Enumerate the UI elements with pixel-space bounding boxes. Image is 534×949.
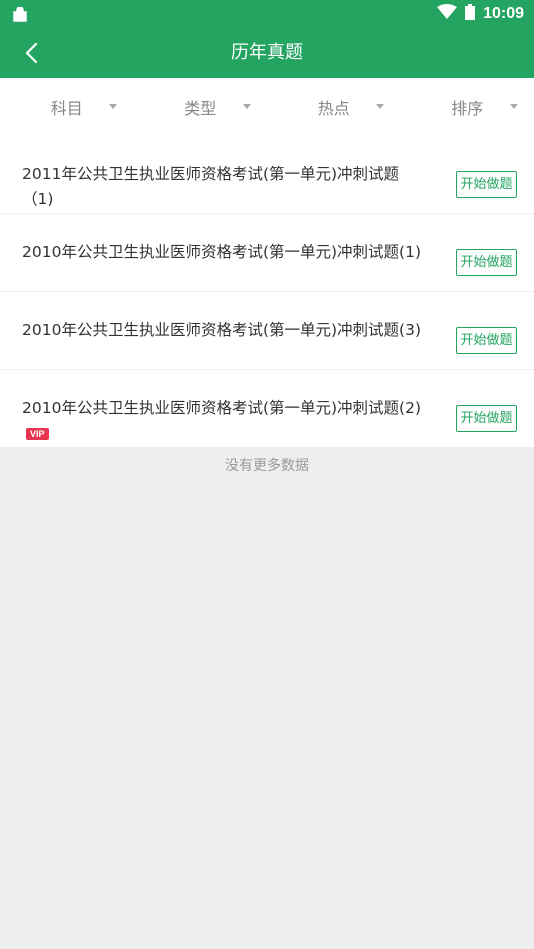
item-title: 2010年公共卫生执业医师资格考试(第一单元)冲刺试题(2)VIP (22, 399, 421, 440)
filter-label: 热点 (317, 99, 350, 118)
filter-label: 类型 (184, 99, 217, 118)
start-practice-button[interactable]: 开始做题 (456, 405, 517, 432)
caret-down-icon (376, 104, 384, 109)
no-more-data-text: 没有更多数据 (225, 458, 309, 474)
back-arrow-icon[interactable] (18, 40, 44, 66)
list-item[interactable]: 2010年公共卫生执业医师资格考试(第一单元)冲刺试题(2)VIP 开始做题 (0, 370, 534, 447)
start-practice-button[interactable]: 开始做题 (456, 171, 517, 198)
caret-down-icon (109, 104, 117, 109)
filter-sort[interactable]: 排序 (401, 78, 534, 136)
filter-subject[interactable]: 科目 (0, 78, 134, 136)
start-practice-button[interactable]: 开始做题 (456, 327, 517, 354)
start-practice-button[interactable]: 开始做题 (456, 249, 517, 276)
list-item[interactable]: 2011年公共卫生执业医师资格考试(第一单元)冲刺试题（1) 开始做题 (0, 136, 534, 214)
page-title: 历年真题 (231, 42, 303, 63)
status-time: 10:09 (483, 5, 524, 22)
battery-icon (465, 4, 476, 24)
filter-hot[interactable]: 热点 (267, 78, 401, 136)
filter-label: 科目 (50, 99, 83, 118)
item-title: 2010年公共卫生执业医师资格考试(第一单元)冲刺试题(3) (22, 321, 421, 339)
exam-list: 2011年公共卫生执业医师资格考试(第一单元)冲刺试题（1) 开始做题 2010… (0, 136, 534, 447)
wifi-icon (437, 4, 458, 24)
filter-bar: 科目 类型 热点 排序 (0, 78, 534, 136)
toolbar: 历年真题 (0, 28, 534, 78)
list-item[interactable]: 2010年公共卫生执业医师资格考试(第一单元)冲刺试题(3) 开始做题 (0, 292, 534, 370)
status-bar: 10:09 (0, 0, 534, 28)
filter-type[interactable]: 类型 (134, 78, 268, 136)
caret-down-icon (242, 104, 251, 109)
filter-label: 排序 (451, 99, 484, 118)
list-item[interactable]: 2010年公共卫生执业医师资格考试(第一单元)冲刺试题(1) 开始做题 (0, 214, 534, 292)
item-title: 2010年公共卫生执业医师资格考试(第一单元)冲刺试题(1) (22, 243, 421, 261)
item-title: 2011年公共卫生执业医师资格考试(第一单元)冲刺试题（1) (22, 165, 400, 208)
notification-bag-icon (12, 6, 28, 22)
vip-badge: VIP (26, 427, 49, 440)
caret-down-icon (509, 104, 518, 109)
